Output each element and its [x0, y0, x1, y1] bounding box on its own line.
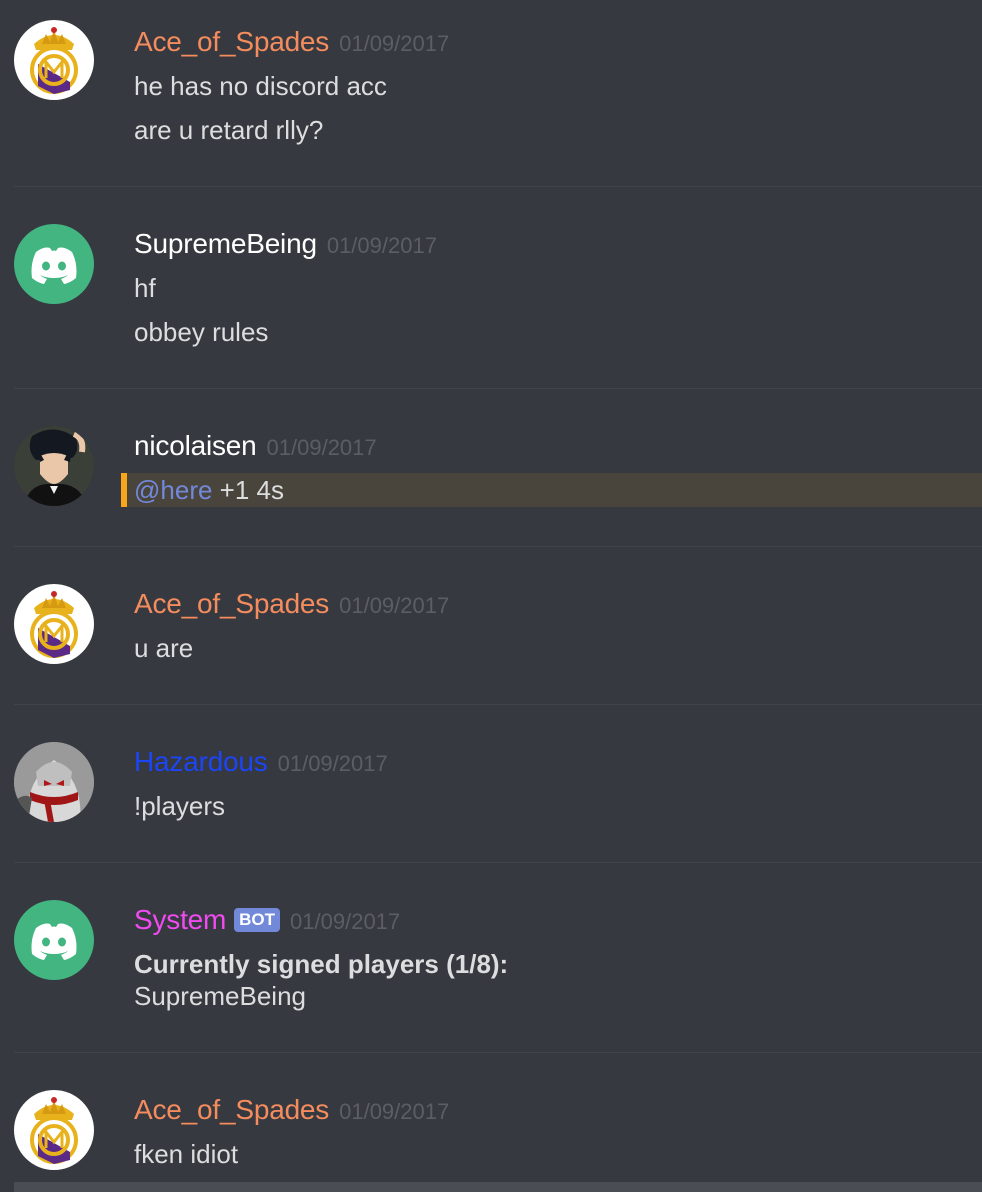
- mention-highlight-row: @here +1 4s: [121, 473, 982, 507]
- bot-tag: BOT: [234, 908, 281, 932]
- message-text: fken idiot: [134, 1139, 239, 1169]
- chat-message-list[interactable]: Ace_of_Spades 01/09/2017 he has no discor…: [0, 0, 982, 1192]
- timestamp: 01/09/2017: [339, 31, 450, 56]
- timestamp: 01/09/2017: [326, 233, 437, 258]
- message-divider: [14, 388, 982, 389]
- message-text: are u retard rlly?: [134, 115, 324, 145]
- message-divider: [14, 1052, 982, 1053]
- message-text: @here +1 4s: [134, 473, 284, 507]
- discord-default-avatar[interactable]: [14, 900, 94, 980]
- timestamp: 01/09/2017: [290, 909, 401, 934]
- username[interactable]: Ace_of_Spades: [134, 26, 329, 57]
- timestamp: 01/09/2017: [339, 593, 450, 618]
- real-madrid-crest-avatar[interactable]: [14, 20, 94, 100]
- message-divider: [14, 862, 982, 863]
- message-divider: [14, 186, 982, 187]
- message-header: nicolaisen 01/09/2017: [134, 429, 377, 463]
- message-divider: [14, 704, 982, 705]
- timestamp: 01/09/2017: [266, 435, 377, 460]
- username[interactable]: System: [134, 904, 226, 935]
- message-text: u are: [134, 633, 194, 663]
- horizontal-scrollbar[interactable]: [14, 1182, 982, 1192]
- message-text-rest: +1 4s: [212, 475, 284, 505]
- username[interactable]: nicolaisen: [134, 430, 257, 461]
- message-header: Ace_of_Spades 01/09/2017: [134, 25, 449, 59]
- message-header: System BOT 01/09/2017: [134, 903, 400, 937]
- message-header: Hazardous 01/09/2017: [134, 745, 388, 779]
- message-header: Ace_of_Spades 01/09/2017: [134, 587, 449, 621]
- timestamp: 01/09/2017: [277, 751, 388, 776]
- username[interactable]: Ace_of_Spades: [134, 1094, 329, 1125]
- timestamp: 01/09/2017: [339, 1099, 450, 1124]
- real-madrid-crest-avatar[interactable]: [14, 1090, 94, 1170]
- real-madrid-crest-avatar[interactable]: [14, 584, 94, 664]
- message-divider: [14, 546, 982, 547]
- message-text: !players: [134, 791, 226, 821]
- username[interactable]: Hazardous: [134, 746, 268, 777]
- anime-character-avatar[interactable]: [14, 426, 94, 506]
- masked-figure-avatar[interactable]: [14, 742, 94, 822]
- message-header: Ace_of_Spades 01/09/2017: [134, 1093, 449, 1127]
- here-mention[interactable]: @here: [134, 475, 212, 505]
- discord-default-avatar[interactable]: [14, 224, 94, 304]
- username[interactable]: Ace_of_Spades: [134, 588, 329, 619]
- username[interactable]: SupremeBeing: [134, 228, 317, 259]
- message-text: he has no discord acc: [134, 71, 387, 101]
- message-header: SupremeBeing 01/09/2017: [134, 227, 437, 261]
- message-text: SupremeBeing: [134, 981, 306, 1011]
- message-text: hf: [134, 273, 156, 303]
- message-text-bold: Currently signed players (1/8):: [134, 949, 509, 979]
- message-text: obbey rules: [134, 317, 269, 347]
